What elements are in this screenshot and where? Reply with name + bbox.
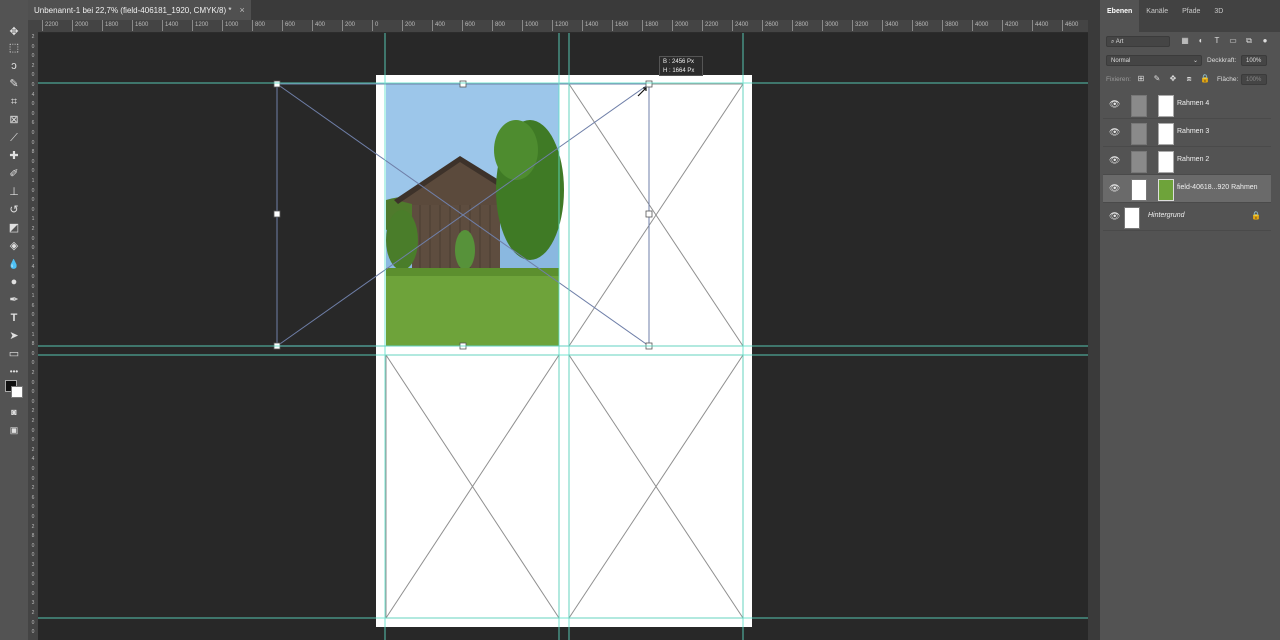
layer-name: Rahmen 3 <box>1177 128 1210 135</box>
opacity-input[interactable]: 100% <box>1241 55 1267 66</box>
visibility-eye-icon[interactable]: 👁 <box>1109 99 1120 109</box>
layer-filter-select[interactable]: ⌕ Art <box>1106 36 1170 47</box>
lock-label: Fixieren: <box>1106 76 1131 83</box>
layer-row[interactable]: 👁 Rahmen 3 <box>1103 119 1271 147</box>
layer-thumbnail <box>1158 151 1174 173</box>
fill-input[interactable]: 100% <box>1241 74 1267 85</box>
tab-3d[interactable]: 3D <box>1207 0 1230 32</box>
height-value: 1664 Px <box>672 68 695 74</box>
filter-adjustment-icon[interactable]: ◐ <box>1196 36 1206 46</box>
layer-name: Rahmen 4 <box>1177 100 1210 107</box>
blend-mode-value: Normal <box>1111 58 1131 64</box>
lock-artboard-icon[interactable]: ⧈ <box>1184 74 1194 84</box>
lock-icon: 🔒 <box>1251 211 1261 220</box>
tab-paths[interactable]: Pfade <box>1175 0 1207 32</box>
layer-row[interactable]: 👁 Hintergrund 🔒 <box>1103 203 1271 231</box>
frame-thumbnail <box>1131 179 1147 201</box>
tab-channels[interactable]: Kanäle <box>1139 0 1175 32</box>
filter-shape-icon[interactable]: ▭ <box>1228 36 1238 46</box>
layer-name: Rahmen 2 <box>1177 156 1210 163</box>
layer-name: Hintergrund <box>1148 212 1185 219</box>
fill-label: Fläche: <box>1217 76 1239 83</box>
height-label: H : <box>663 68 671 74</box>
visibility-eye-icon[interactable]: 👁 <box>1109 155 1120 165</box>
panel-dock-gap <box>1088 0 1100 640</box>
opacity-label: Deckkraft: <box>1207 57 1237 64</box>
visibility-eye-icon[interactable]: 👁 <box>1109 183 1120 193</box>
layer-thumbnail <box>1158 95 1174 117</box>
width-label: B : <box>663 59 671 65</box>
filter-toggle-icon[interactable]: ● <box>1260 36 1270 46</box>
width-value: 2456 Px <box>672 59 695 65</box>
lock-pixels-icon[interactable]: ✎ <box>1152 74 1162 84</box>
filter-type-icon[interactable]: T <box>1212 36 1222 46</box>
blend-mode-select[interactable]: Normal ⌄ <box>1106 55 1202 66</box>
layer-filter-label: Art <box>1115 39 1124 45</box>
layer-row[interactable]: 👁 Rahmen 2 <box>1103 147 1271 175</box>
layer-row-selected[interactable]: 👁 field-40618...920 Rahmen <box>1103 175 1271 203</box>
canvas-overlay <box>38 33 1088 640</box>
tab-layers[interactable]: Ebenen <box>1100 0 1140 32</box>
guides[interactable] <box>38 33 1088 640</box>
lock-position-icon[interactable]: ✥ <box>1168 74 1178 84</box>
dimension-tooltip: B : 2456 Px H : 1664 Px <box>659 56 703 76</box>
layer-row[interactable]: 👁 Rahmen 4 <box>1103 91 1271 119</box>
frame-thumbnail <box>1131 123 1147 145</box>
frame-thumbnail <box>1131 95 1147 117</box>
filter-smartobject-icon[interactable]: ⧉ <box>1244 36 1254 46</box>
visibility-eye-icon[interactable]: 👁 <box>1109 211 1120 221</box>
lock-all-icon[interactable]: 🔒 <box>1200 74 1210 84</box>
panel-tabs: Ebenen Kanäle Pfade 3D <box>1100 0 1280 32</box>
layers-panel: Ebenen Kanäle Pfade 3D ⌕ Art ▦ ◐ T ▭ ⧉ ●… <box>1100 0 1280 640</box>
lock-transparent-icon[interactable]: ⊞ <box>1136 74 1146 84</box>
visibility-eye-icon[interactable]: 👁 <box>1109 127 1120 137</box>
chevron-down-icon: ⌄ <box>1192 58 1198 64</box>
photo-thumbnail <box>1158 179 1174 201</box>
filter-pixel-icon[interactable]: ▦ <box>1180 36 1190 46</box>
layer-thumbnail <box>1158 123 1174 145</box>
layer-name: field-40618...920 Rahmen <box>1177 184 1258 191</box>
frame-thumbnail <box>1131 151 1147 173</box>
photo-barn <box>386 84 564 346</box>
background-thumbnail <box>1124 207 1140 229</box>
